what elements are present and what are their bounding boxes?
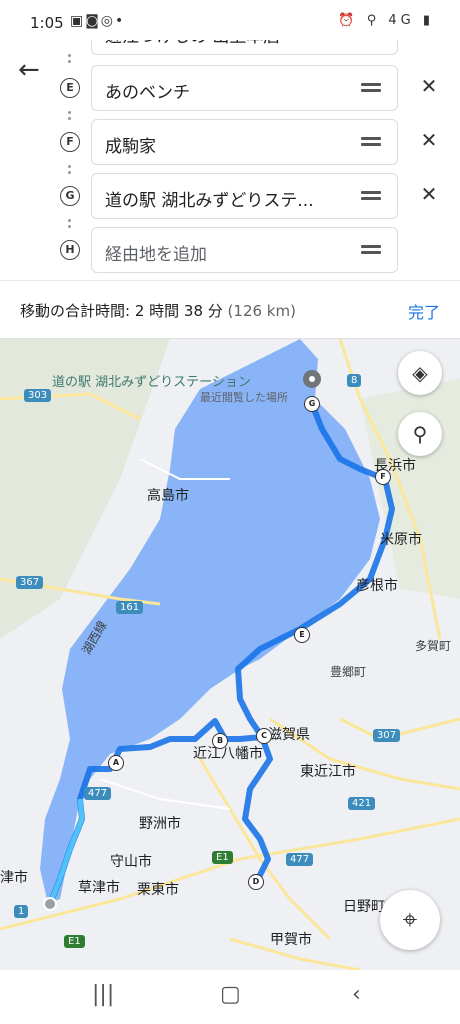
road-shield: 1 (14, 905, 29, 918)
road-shield: 477 (84, 787, 112, 800)
status-icons: ⏰ ⚲ 4G ▮ (338, 13, 434, 28)
route-marker-c[interactable]: C (256, 728, 272, 744)
divider (0, 280, 460, 281)
poi-subtitle: 最近閲覧した場所 (200, 391, 288, 404)
route-marker-g[interactable]: G (304, 396, 320, 412)
origin-marker (43, 897, 57, 911)
place-taga: 多賀町 (415, 639, 452, 653)
my-location-button[interactable]: ⌖ (380, 890, 440, 950)
waypoint-row-e: E あのベンチ ✕ (0, 65, 460, 111)
route-marker-b[interactable]: B (212, 733, 228, 749)
add-stop-row: H 経由地を追加 (0, 227, 460, 273)
directions-panel: ← 近江つけもの 山上本店 E あのベンチ ✕ F 成駒家 ✕ G 道の駅 湖北… (0, 0, 460, 339)
place-omihachiman: 近江八幡市 (193, 746, 263, 762)
route-marker-d[interactable]: D (248, 874, 264, 890)
waypoint-field-e[interactable]: あのベンチ (91, 65, 398, 111)
notification-icons: ▣◙◎• (70, 13, 126, 29)
status-bar: 1:05 ▣◙◎• ⏰ ⚲ 4G ▮ (0, 0, 460, 40)
place-otsu: 津市 (0, 870, 28, 886)
recents-icon[interactable]: ||| (92, 982, 114, 1007)
place-toyosato: 豊郷町 (330, 665, 367, 679)
drag-handle-icon[interactable] (361, 137, 381, 147)
road-shield: 303 (24, 389, 52, 402)
waypoint-label: あのベンチ (105, 83, 190, 103)
place-shiga-pref: 滋賀県 (268, 727, 310, 743)
waypoint-label: 成駒家 (105, 137, 156, 157)
waypoint-marker-e: E (60, 78, 80, 98)
waypoint-row-g: G 道の駅 湖北みずどりステ... ✕ (0, 173, 460, 219)
total-time: 移動の合計時間: 2 時間 38 分 (126 km) (20, 300, 296, 321)
map-canvas (0, 339, 460, 970)
layers-button[interactable]: ◈ (398, 351, 442, 395)
system-nav-bar: ||| ▢ ‹ (0, 970, 460, 1024)
place-hino: 日野町 (343, 899, 385, 915)
place-hikone: 彦根市 (356, 578, 398, 594)
add-stop-placeholder: 経由地を追加 (105, 245, 207, 265)
road-shield: 8 (347, 374, 362, 387)
place-takashima: 高島市 (147, 488, 189, 504)
place-yasu: 野洲市 (139, 816, 181, 832)
waypoint-field-g[interactable]: 道の駅 湖北みずどりステ... (91, 173, 398, 219)
waypoint-field-f[interactable]: 成駒家 (91, 119, 398, 165)
waypoint-marker-h: H (60, 240, 80, 260)
place-kusatsu: 草津市 (78, 880, 120, 896)
remove-waypoint-f-button[interactable]: ✕ (418, 129, 440, 151)
place-ritto: 栗東市 (137, 882, 179, 898)
road-shield: 307 (373, 729, 401, 742)
crosshair-icon: ⌖ (402, 905, 418, 935)
route-marker-f[interactable]: F (375, 469, 391, 485)
expressway-shield: E1 (212, 851, 233, 864)
route-marker-e[interactable]: E (294, 627, 310, 643)
place-koka: 甲賀市 (270, 932, 312, 948)
add-stop-input[interactable]: 経由地を追加 (91, 227, 398, 273)
place-moriyama: 守山市 (110, 854, 152, 870)
status-time: 1:05 (30, 14, 64, 32)
layers-icon: ◈ (412, 361, 428, 385)
waypoint-label: 道の駅 湖北みずどりステ... (105, 191, 314, 211)
route-marker-a[interactable]: A (108, 755, 124, 771)
map-view[interactable]: 道の駅 湖北みずどりステーション 最近閲覧した場所 高島市 長浜市 米原市 彦根… (0, 339, 460, 970)
waypoint-row-f: F 成駒家 ✕ (0, 119, 460, 165)
search-icon: ⚲ (412, 422, 428, 446)
road-shield: 161 (116, 601, 144, 614)
waypoint-marker-f: F (60, 132, 80, 152)
drag-handle-icon[interactable] (361, 83, 381, 93)
done-button[interactable]: 完了 (408, 299, 440, 323)
search-button[interactable]: ⚲ (398, 412, 442, 456)
drag-handle-icon[interactable] (361, 245, 381, 255)
total-time-text: 移動の合計時間: 2 時間 38 分 (20, 302, 223, 320)
road-shield: 477 (286, 853, 314, 866)
remove-waypoint-g-button[interactable]: ✕ (418, 183, 440, 205)
road-shield: 421 (348, 797, 376, 810)
drag-handle-icon[interactable] (361, 191, 381, 201)
expressway-shield: E1 (64, 935, 85, 948)
poi-name[interactable]: 道の駅 湖北みずどりステーション (52, 371, 251, 390)
total-distance: (126 km) (227, 302, 296, 320)
road-shield: 367 (16, 576, 44, 589)
back-nav-icon[interactable]: ‹ (352, 982, 361, 1007)
remove-waypoint-e-button[interactable]: ✕ (418, 75, 440, 97)
waypoint-marker-g: G (60, 186, 80, 206)
place-higashiomi: 東近江市 (300, 764, 356, 780)
home-icon[interactable]: ▢ (220, 982, 241, 1007)
place-maibara: 米原市 (380, 532, 422, 548)
